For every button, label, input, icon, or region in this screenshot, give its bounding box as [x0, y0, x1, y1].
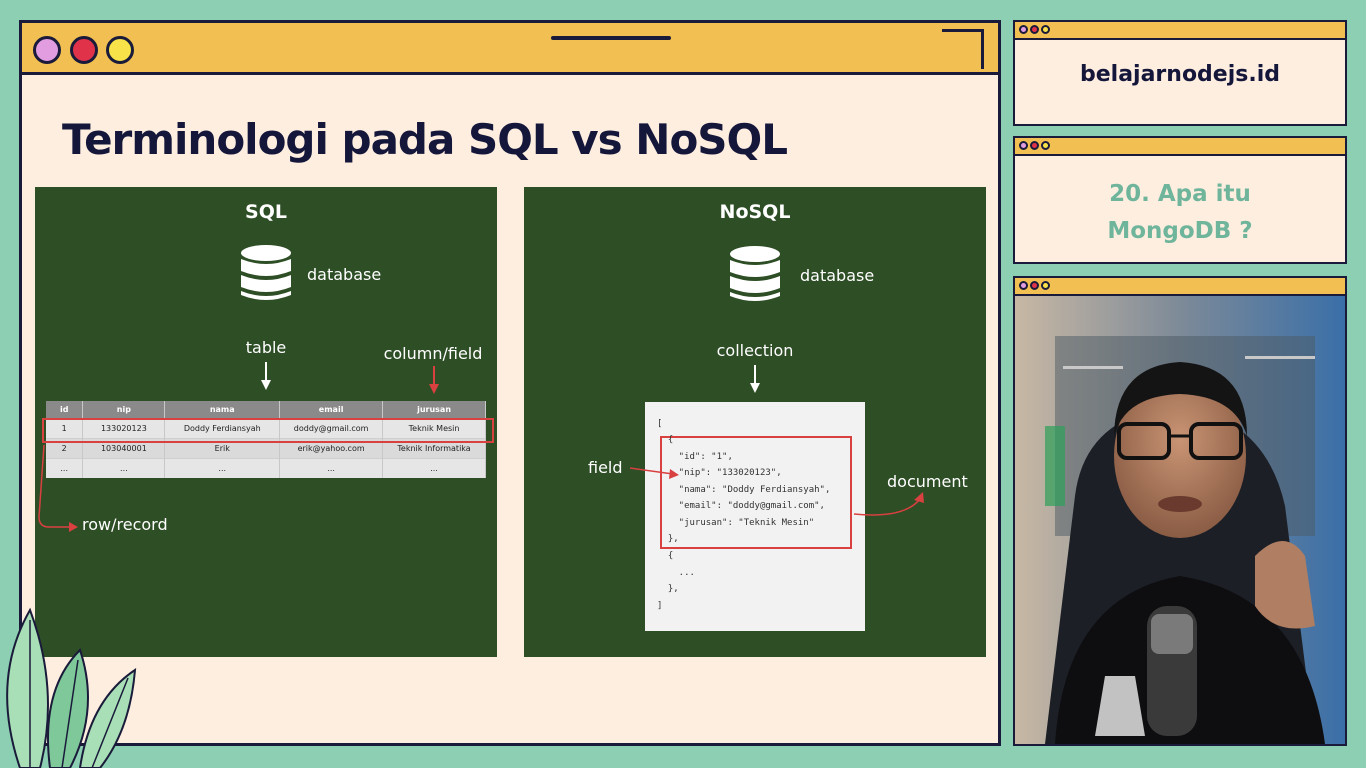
window-dot-icon — [1030, 25, 1039, 34]
json-line: "nip": "133020123", — [657, 468, 782, 478]
json-line: "id": "1", — [657, 452, 733, 462]
down-arrow-icon — [261, 362, 271, 390]
json-document-card: [ { "id": "1", "nip": "133020123", "nama… — [645, 402, 865, 631]
slide-title: Terminologi pada SQL vs NoSQL — [62, 115, 788, 164]
table-cell: ... — [382, 457, 486, 478]
nosql-heading: NoSQL — [719, 201, 791, 223]
table-cell: ... — [82, 457, 166, 478]
database-icon — [730, 246, 780, 301]
window-dot-icon — [1041, 25, 1050, 34]
nosql-panel: NoSQL database collection [ { "id": "1",… — [524, 187, 986, 657]
sql-database-label: database — [307, 265, 382, 284]
webcam-window — [1013, 276, 1347, 746]
database-icon — [241, 245, 291, 300]
json-line: "jurusan": "Teknik Mesin" — [657, 518, 815, 528]
table-cell: ... — [279, 457, 384, 478]
brand-window: belajarnodejs.id — [1013, 20, 1347, 126]
slide-window: Terminologi pada SQL vs NoSQL SQL databa… — [19, 20, 1001, 746]
row-highlight-box — [42, 418, 494, 443]
window-dot-icon — [1019, 281, 1028, 290]
nosql-collection-label: collection — [716, 341, 794, 360]
leaf-icon — [6, 607, 137, 768]
window-dot-icon — [1041, 141, 1050, 150]
json-line: "nama": "Doddy Ferdiansyah", — [657, 485, 831, 495]
red-down-arrow-icon — [429, 366, 439, 394]
sql-table-label: table — [245, 338, 287, 357]
json-line: }, — [657, 534, 679, 544]
webcam-window-titlebar — [1015, 278, 1345, 296]
column-header: email — [279, 401, 384, 418]
table-header-row: id nip nama email jurusan — [46, 401, 486, 418]
column-header: nama — [164, 401, 281, 418]
window-dot-icon — [1041, 281, 1050, 290]
column-header: jurusan — [382, 401, 486, 418]
window-dot-icon — [1030, 141, 1039, 150]
nosql-field-label: field — [588, 458, 623, 477]
slide-titlebar — [22, 23, 998, 75]
json-line: "email": "doddy@gmail.com", — [657, 501, 825, 511]
column-header: nip — [82, 401, 166, 418]
sql-heading: SQL — [245, 201, 287, 223]
json-line: [ — [657, 419, 663, 429]
window-dot-icon — [1030, 281, 1039, 290]
brand-window-titlebar — [1015, 22, 1345, 40]
window-dot-yellow-icon[interactable] — [106, 36, 134, 64]
down-arrow-icon — [750, 365, 760, 393]
brand-text: belajarnodejs.id — [1079, 62, 1281, 87]
nosql-document-label: document — [887, 472, 968, 491]
table-row: ... ... ... ... ... — [46, 457, 486, 478]
json-line: ... — [657, 568, 695, 578]
episode-title: 20. Apa itu MongoDB ? — [1015, 176, 1345, 250]
json-line: }, — [657, 584, 679, 594]
json-line: { — [657, 435, 674, 445]
window-dot-icon — [1019, 141, 1028, 150]
nosql-database-label: database — [800, 266, 875, 285]
corner-mark-icon — [942, 29, 984, 69]
sql-row-label: row/record — [82, 515, 168, 534]
json-line: { — [657, 551, 674, 561]
table-cell: ... — [46, 457, 84, 478]
sql-panel: SQL database table column/field id nip n… — [35, 187, 497, 657]
json-line: ] — [657, 601, 663, 611]
titlebar-handle — [551, 36, 671, 40]
episode-title-line2: MongoDB ? — [1107, 218, 1253, 244]
window-dot-pink-icon[interactable] — [33, 36, 61, 64]
column-header: id — [46, 401, 84, 418]
episode-title-line1: 20. Apa itu — [1109, 181, 1251, 207]
webcam-feed-image — [1015, 296, 1345, 744]
window-dot-red-icon[interactable] — [70, 36, 98, 64]
episode-window: 20. Apa itu MongoDB ? — [1013, 136, 1347, 264]
sql-column-label: column/field — [383, 344, 483, 363]
episode-window-titlebar — [1015, 138, 1345, 156]
table-cell: ... — [164, 457, 281, 478]
window-dot-icon — [1019, 25, 1028, 34]
